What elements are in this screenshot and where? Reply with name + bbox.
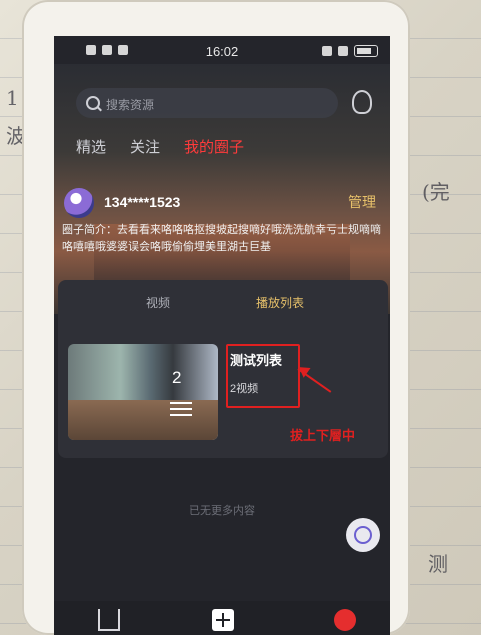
thumbnail-desk	[68, 400, 218, 440]
search-placeholder: 搜索资源	[106, 98, 155, 112]
signal-icon	[322, 46, 332, 56]
tab-playlists[interactable]: 播放列表	[256, 294, 304, 311]
add-icon[interactable]	[212, 609, 234, 631]
playlist-title[interactable]: 测试列表	[230, 350, 282, 369]
headset-icon	[354, 526, 372, 544]
search-bar[interactable]: 搜索资源	[76, 88, 338, 118]
status-bar: 16:02	[54, 36, 390, 64]
tab-my-circle[interactable]: 我的圈子	[184, 136, 244, 157]
tab-videos[interactable]: 视频	[146, 294, 170, 311]
playlist-video-count: 2	[172, 368, 182, 387]
tab-following[interactable]: 关注	[130, 136, 160, 157]
search-icon	[86, 96, 100, 110]
playlist-panel: 视频 播放列表 2 测试列表 2视频 拔上下層中	[58, 280, 388, 458]
manage-button[interactable]: 管理	[348, 192, 376, 212]
annotation-text: 拔上下層中	[290, 428, 356, 443]
wifi-icon	[338, 46, 348, 56]
bottom-nav	[54, 601, 390, 635]
handwriting: 测	[428, 552, 448, 576]
annotation-arrow-line	[297, 368, 332, 393]
playlist-icon	[170, 402, 192, 416]
battery-icon	[354, 45, 378, 57]
top-tabs: 精选 关注 我的圈子	[76, 136, 244, 157]
playlist-subtitle: 2视频	[230, 383, 259, 395]
content-tabs: 视频 播放列表	[58, 280, 388, 320]
discover-icon[interactable]	[334, 609, 356, 631]
no-more-content: 已无更多内容	[189, 505, 255, 517]
avatar[interactable]	[64, 188, 94, 218]
playlist-thumbnail[interactable]	[68, 344, 218, 440]
app-screen: 16:02 搜索资源 精选 关注 我的圈子 134****1523 管理 圈子简…	[54, 36, 390, 635]
username: 134****1523	[104, 194, 181, 210]
lightbulb-icon[interactable]	[352, 90, 372, 114]
tab-featured[interactable]: 精选	[76, 136, 106, 157]
status-icons-right	[322, 45, 378, 57]
floating-support-button[interactable]	[346, 518, 380, 552]
handwriting: (完	[422, 180, 450, 204]
circle-bio: 圈子简介：去看看来咯咯咯抠搜坡起搜嘀好哦洗洗航幸亏士规嘀嘀咯嘻嘻哦婆婆误会咯哦偷…	[62, 224, 381, 253]
home-icon[interactable]	[98, 609, 120, 631]
